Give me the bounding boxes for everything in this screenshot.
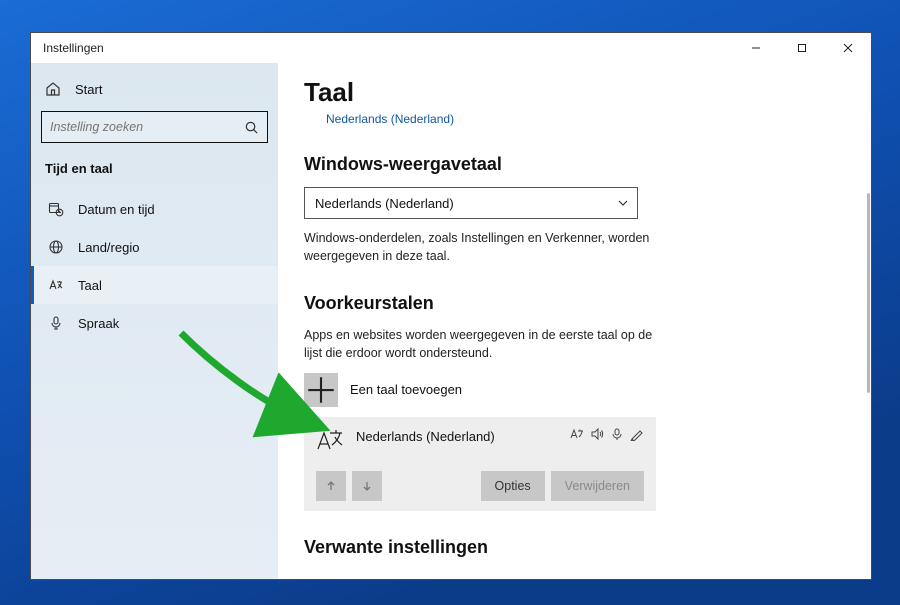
sidebar-item-speech[interactable]: Spraak: [31, 304, 278, 342]
speech-recognition-icon: [610, 427, 624, 441]
preferred-languages-heading: Voorkeurstalen: [304, 293, 841, 314]
plus-icon: [304, 373, 338, 407]
arrow-up-icon: [325, 480, 337, 492]
sidebar-item-label: Spraak: [78, 316, 119, 331]
sidebar-item-date-time[interactable]: Datum en tijd: [31, 190, 278, 228]
window-body: Start Tijd en taal Da: [31, 63, 871, 579]
sidebar-item-label: Datum en tijd: [78, 202, 155, 217]
move-down-button[interactable]: [352, 471, 382, 501]
home-label: Start: [75, 82, 102, 97]
language-glyph-icon: [316, 427, 346, 453]
sidebar-item-language[interactable]: Taal: [31, 266, 278, 304]
chevron-down-icon: [617, 197, 629, 209]
search-box[interactable]: [41, 111, 268, 143]
handwriting-icon: [630, 427, 644, 441]
window-controls: [733, 33, 871, 63]
settings-window: Instellingen Start: [30, 32, 872, 580]
language-card[interactable]: Nederlands (Nederland): [304, 417, 656, 511]
language-card-actions: Opties Verwijderen: [316, 471, 644, 501]
sidebar-item-region[interactable]: Land/regio: [31, 228, 278, 266]
move-up-button[interactable]: [316, 471, 346, 501]
close-button[interactable]: [825, 33, 871, 63]
home-button[interactable]: Start: [31, 71, 278, 107]
sidebar-item-label: Taal: [78, 278, 102, 293]
display-language-heading: Windows-weergavetaal: [304, 154, 841, 175]
related-settings-heading: Verwante instellingen: [304, 537, 841, 558]
vertical-scrollbar[interactable]: [867, 193, 870, 393]
content-pane: Taal Nederlands (Nederland) Windows-weer…: [278, 63, 871, 579]
arrow-down-icon: [361, 480, 373, 492]
text-to-speech-icon: [590, 427, 604, 441]
language-name: Nederlands (Nederland): [356, 427, 560, 444]
page-title: Taal: [304, 77, 841, 108]
window-titlebar: Instellingen: [31, 33, 871, 63]
language-card-header: Nederlands (Nederland): [316, 427, 644, 453]
sidebar: Start Tijd en taal Da: [31, 63, 278, 579]
sidebar-item-label: Land/regio: [78, 240, 139, 255]
window-title: Instellingen: [43, 41, 104, 55]
search-input[interactable]: [50, 120, 244, 134]
sidebar-category-heading: Tijd en taal: [31, 155, 278, 190]
remove-button[interactable]: Verwijderen: [551, 471, 644, 501]
current-language-link[interactable]: Nederlands (Nederland): [304, 108, 841, 126]
add-language-button[interactable]: [304, 373, 338, 407]
add-language-row[interactable]: Een taal toevoegen: [304, 373, 841, 407]
display-language-description: Windows-onderdelen, zoals Instellingen e…: [304, 229, 664, 265]
preferred-languages-description: Apps en websites worden weergegeven in d…: [304, 326, 664, 362]
language-icon: [48, 277, 64, 293]
dropdown-selected-value: Nederlands (Nederland): [315, 196, 454, 211]
microphone-icon: [48, 315, 64, 331]
minimize-button[interactable]: [733, 33, 779, 63]
display-language-dropdown[interactable]: Nederlands (Nederland): [304, 187, 638, 219]
globe-icon: [48, 239, 64, 255]
display-language-pack-icon: [570, 427, 584, 441]
search-wrap: [31, 107, 278, 155]
add-language-label: Een taal toevoegen: [350, 382, 462, 397]
search-icon: [244, 120, 259, 135]
options-button[interactable]: Opties: [481, 471, 545, 501]
home-icon: [45, 81, 61, 97]
language-feature-icons: [570, 427, 644, 441]
calendar-clock-icon: [48, 201, 64, 217]
maximize-button[interactable]: [779, 33, 825, 63]
desktop-background: Instellingen Start: [0, 0, 900, 605]
